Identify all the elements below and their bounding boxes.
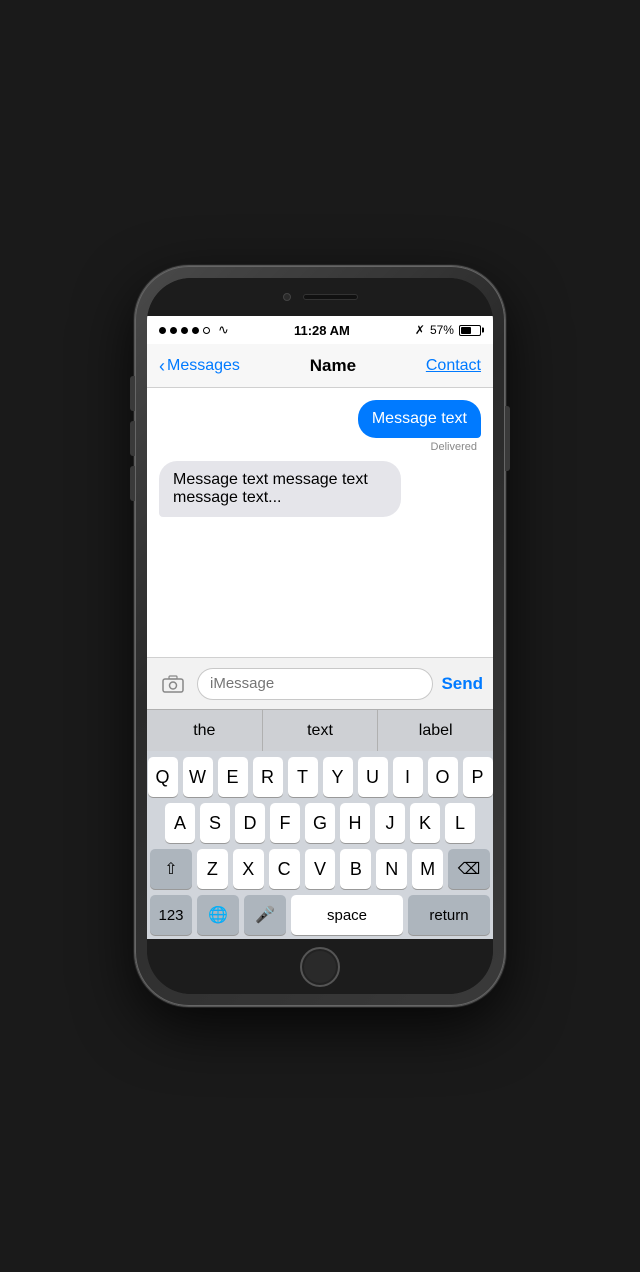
received-message-bubble: Message text message text message text..… [159,461,401,517]
key-v[interactable]: V [305,849,336,889]
sent-message-wrapper: Message text Delivered [159,400,481,453]
key-z[interactable]: Z [197,849,228,889]
phone-bottom-bar [147,939,493,994]
key-q[interactable]: Q [148,757,178,797]
key-a[interactable]: A [165,803,195,843]
keyboard-row-3: ⇧ Z X C V B N M ⌫ [150,849,490,889]
camera-dot [283,293,291,301]
numbers-key[interactable]: 123 [150,895,192,935]
key-j[interactable]: J [375,803,405,843]
key-n[interactable]: N [376,849,407,889]
wifi-icon: ∿ [218,322,229,338]
keyboard-row-1: Q W E R T Y U I O P [150,757,490,797]
key-r[interactable]: R [253,757,283,797]
key-c[interactable]: C [269,849,300,889]
signal-area: ∿ [159,322,229,338]
shift-key[interactable]: ⇧ [150,849,192,889]
key-o[interactable]: O [428,757,458,797]
key-b[interactable]: B [340,849,371,889]
key-s[interactable]: S [200,803,230,843]
keyboard-row-2: A S D F G H J K L [150,803,490,843]
key-g[interactable]: G [305,803,335,843]
signal-dot-1 [159,327,166,334]
return-key[interactable]: return [408,895,490,935]
phone-device: ∿ 11:28 AM ✗ 57% ‹ Messages [135,266,505,1006]
camera-button[interactable] [157,668,189,700]
signal-dot-2 [170,327,177,334]
autocomplete-label[interactable]: label [378,710,493,751]
autocomplete-the[interactable]: the [147,710,263,751]
key-d[interactable]: D [235,803,265,843]
home-button[interactable] [300,947,340,987]
key-w[interactable]: W [183,757,213,797]
status-right: ✗ 57% [415,323,481,337]
back-chevron-icon: ‹ [159,357,165,375]
speaker-slot [303,294,358,300]
navigation-bar: ‹ Messages Name Contact [147,344,493,388]
send-button[interactable]: Send [441,674,483,694]
key-y[interactable]: Y [323,757,353,797]
signal-dot-4 [192,327,199,334]
contact-button[interactable]: Contact [426,357,481,375]
phone-top-bar [147,278,493,316]
signal-dot-3 [181,327,188,334]
signal-dot-5 [203,327,210,334]
status-bar: ∿ 11:28 AM ✗ 57% [147,316,493,344]
microphone-key[interactable]: 🎤 [244,895,286,935]
message-input[interactable] [197,668,433,700]
keyboard: Q W E R T Y U I O P A S D F G [147,751,493,939]
key-l[interactable]: L [445,803,475,843]
phone-inner: ∿ 11:28 AM ✗ 57% ‹ Messages [147,278,493,994]
sent-message-bubble: Message text [358,400,481,438]
screen: ∿ 11:28 AM ✗ 57% ‹ Messages [147,316,493,939]
bluetooth-icon: ✗ [415,323,425,337]
messages-area: Message text Delivered Message text mess… [147,388,493,657]
key-k[interactable]: K [410,803,440,843]
status-time: 11:28 AM [294,323,350,338]
space-key[interactable]: space [291,895,403,935]
input-bar: Send [147,657,493,709]
battery-percent: 57% [430,323,454,337]
battery-body [459,325,481,336]
keyboard-row-4: 123 🌐 🎤 space return [150,895,490,935]
globe-key[interactable]: 🌐 [197,895,239,935]
received-message-wrapper: Message text message text message text..… [159,461,481,517]
conversation-title: Name [310,356,356,376]
key-f[interactable]: F [270,803,300,843]
message-delivered-status: Delivered [431,441,477,453]
key-i[interactable]: I [393,757,423,797]
sent-message-text: Message text [372,410,467,427]
key-u[interactable]: U [358,757,388,797]
key-h[interactable]: H [340,803,370,843]
key-m[interactable]: M [412,849,443,889]
autocomplete-bar: the text label [147,709,493,751]
battery-fill [461,327,471,334]
back-label: Messages [167,357,240,375]
key-t[interactable]: T [288,757,318,797]
back-button[interactable]: ‹ Messages [159,357,240,375]
key-p[interactable]: P [463,757,493,797]
backspace-key[interactable]: ⌫ [448,849,490,889]
autocomplete-text[interactable]: text [263,710,379,751]
key-e[interactable]: E [218,757,248,797]
battery-icon [459,325,481,336]
key-x[interactable]: X [233,849,264,889]
received-message-text: Message text message text message text..… [173,471,368,506]
